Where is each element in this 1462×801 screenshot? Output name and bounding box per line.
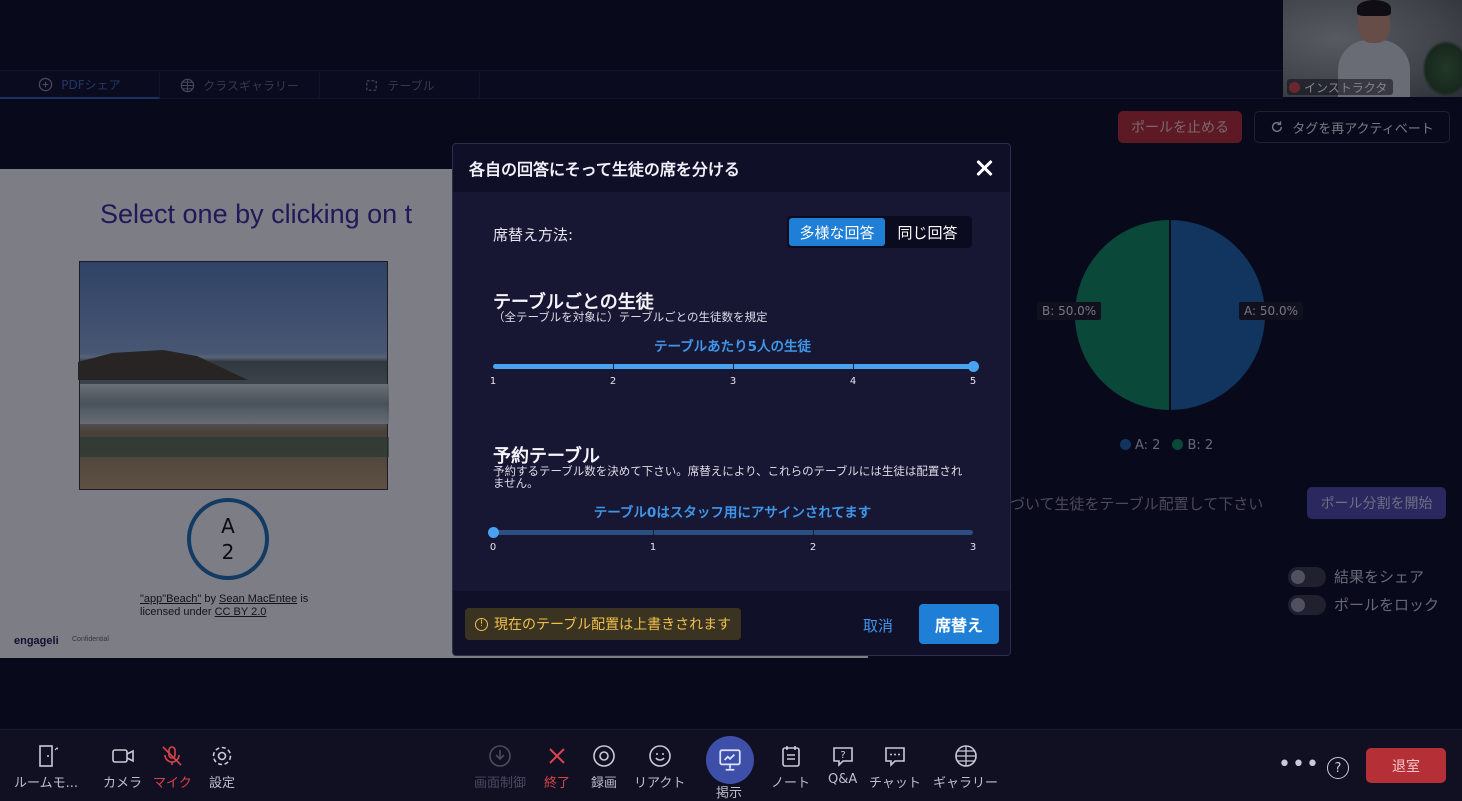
slider-tick-label: 2	[809, 542, 817, 553]
present-label: 掲示	[716, 786, 743, 801]
slider-tick	[733, 363, 734, 370]
students-per-table-slider[interactable]	[493, 361, 979, 372]
record-button[interactable]: 録画	[591, 744, 617, 791]
gallery-button[interactable]: ギャラリー	[933, 744, 998, 791]
mic-button[interactable]: マイク	[153, 744, 192, 791]
slider-tick-label: 4	[849, 376, 857, 387]
slider-tick-label: 0	[489, 542, 497, 553]
slider-thumb[interactable]	[488, 527, 499, 538]
settings-button[interactable]: 設定	[209, 744, 235, 791]
slider-tick-label: 1	[649, 542, 657, 553]
chat-button[interactable]: チャット	[869, 744, 921, 791]
cancel-button[interactable]: 取消	[863, 615, 893, 636]
smile-icon	[648, 745, 671, 767]
present-label-wrap: 掲示	[716, 782, 742, 801]
dialog-header: 各自の回答にそって生徒の席を分ける	[453, 144, 1010, 192]
slider-tick	[653, 529, 654, 536]
bottom-toolbar: ルームモ... カメラ マイク 設定 画面制御 終了 録画 リアクト 掲示 ノー…	[0, 729, 1462, 801]
notes-button[interactable]: ノート	[771, 744, 810, 791]
room-mode-button[interactable]: ルームモ...	[14, 744, 78, 791]
slider-tick-label: 3	[969, 542, 977, 553]
chat-icon	[885, 747, 905, 767]
record-icon	[593, 745, 615, 767]
notes-icon	[781, 746, 800, 767]
method-toggle: 多様な回答 同じ回答	[787, 216, 972, 248]
slider-tick-label: 5	[969, 376, 977, 387]
camera-icon	[111, 749, 134, 763]
camera-button[interactable]: カメラ	[103, 744, 142, 791]
svg-text:?: ?	[840, 750, 845, 761]
info-icon: !	[475, 617, 488, 631]
reserved-tables-slider[interactable]	[488, 527, 973, 538]
door-icon	[39, 745, 58, 767]
slider-tick	[613, 363, 614, 370]
qa-button[interactable]: ? Q&A	[828, 744, 857, 787]
end-button[interactable]: 終了	[544, 744, 570, 791]
method-label: 席替え方法:	[493, 226, 574, 244]
reserved-desc: 予約するテーブル数を決めて下さい。席替えにより、これらのテーブルには生徒は配置さ…	[493, 464, 963, 490]
method-option-diverse[interactable]: 多様な回答	[789, 218, 885, 246]
reseat-button[interactable]: 席替え	[919, 604, 999, 644]
close-icon	[549, 748, 565, 764]
per-table-desc: （全テーブルを対象に）テーブルごとの生徒数を規定	[493, 310, 768, 324]
download-icon	[489, 745, 511, 767]
presentation-icon	[719, 749, 741, 771]
grid-globe-icon	[954, 745, 977, 767]
overwrite-warning: ! 現在のテーブル配置は上書きされます	[465, 608, 742, 640]
reserved-caption: テーブル0はスタッフ用にアサインされてます	[593, 505, 872, 521]
close-icon[interactable]	[974, 158, 994, 178]
dialog-footer: ! 現在のテーブル配置は上書きされます 取消 席替え	[453, 591, 1010, 655]
present-button[interactable]	[706, 736, 754, 784]
help-icon[interactable]: ?	[1327, 757, 1349, 779]
slider-tick-label: 3	[729, 376, 737, 387]
slider-tick	[853, 363, 854, 370]
react-button[interactable]: リアクト	[634, 744, 685, 791]
slider-tick	[813, 529, 814, 536]
question-bubble-icon: ?	[832, 747, 853, 767]
dialog-title: 各自の回答にそって生徒の席を分ける	[469, 160, 740, 179]
slider-thumb[interactable]	[968, 361, 979, 372]
slider-tick-label: 1	[489, 376, 497, 387]
per-table-caption: テーブルあたり5人の生徒	[653, 339, 812, 355]
leave-button[interactable]: 退室	[1366, 748, 1446, 783]
mic-off-icon	[162, 746, 182, 766]
method-option-same[interactable]: 同じ回答	[885, 218, 970, 246]
gear-icon	[212, 746, 232, 766]
more-options-icon[interactable]: •••	[1278, 752, 1320, 777]
slider-tick-label: 2	[609, 376, 617, 387]
seat-split-dialog: 各自の回答にそって生徒の席を分ける 席替え方法: 多様な回答 同じ回答 テーブル…	[452, 143, 1011, 656]
screen-control-button[interactable]: 画面制御	[474, 744, 526, 791]
